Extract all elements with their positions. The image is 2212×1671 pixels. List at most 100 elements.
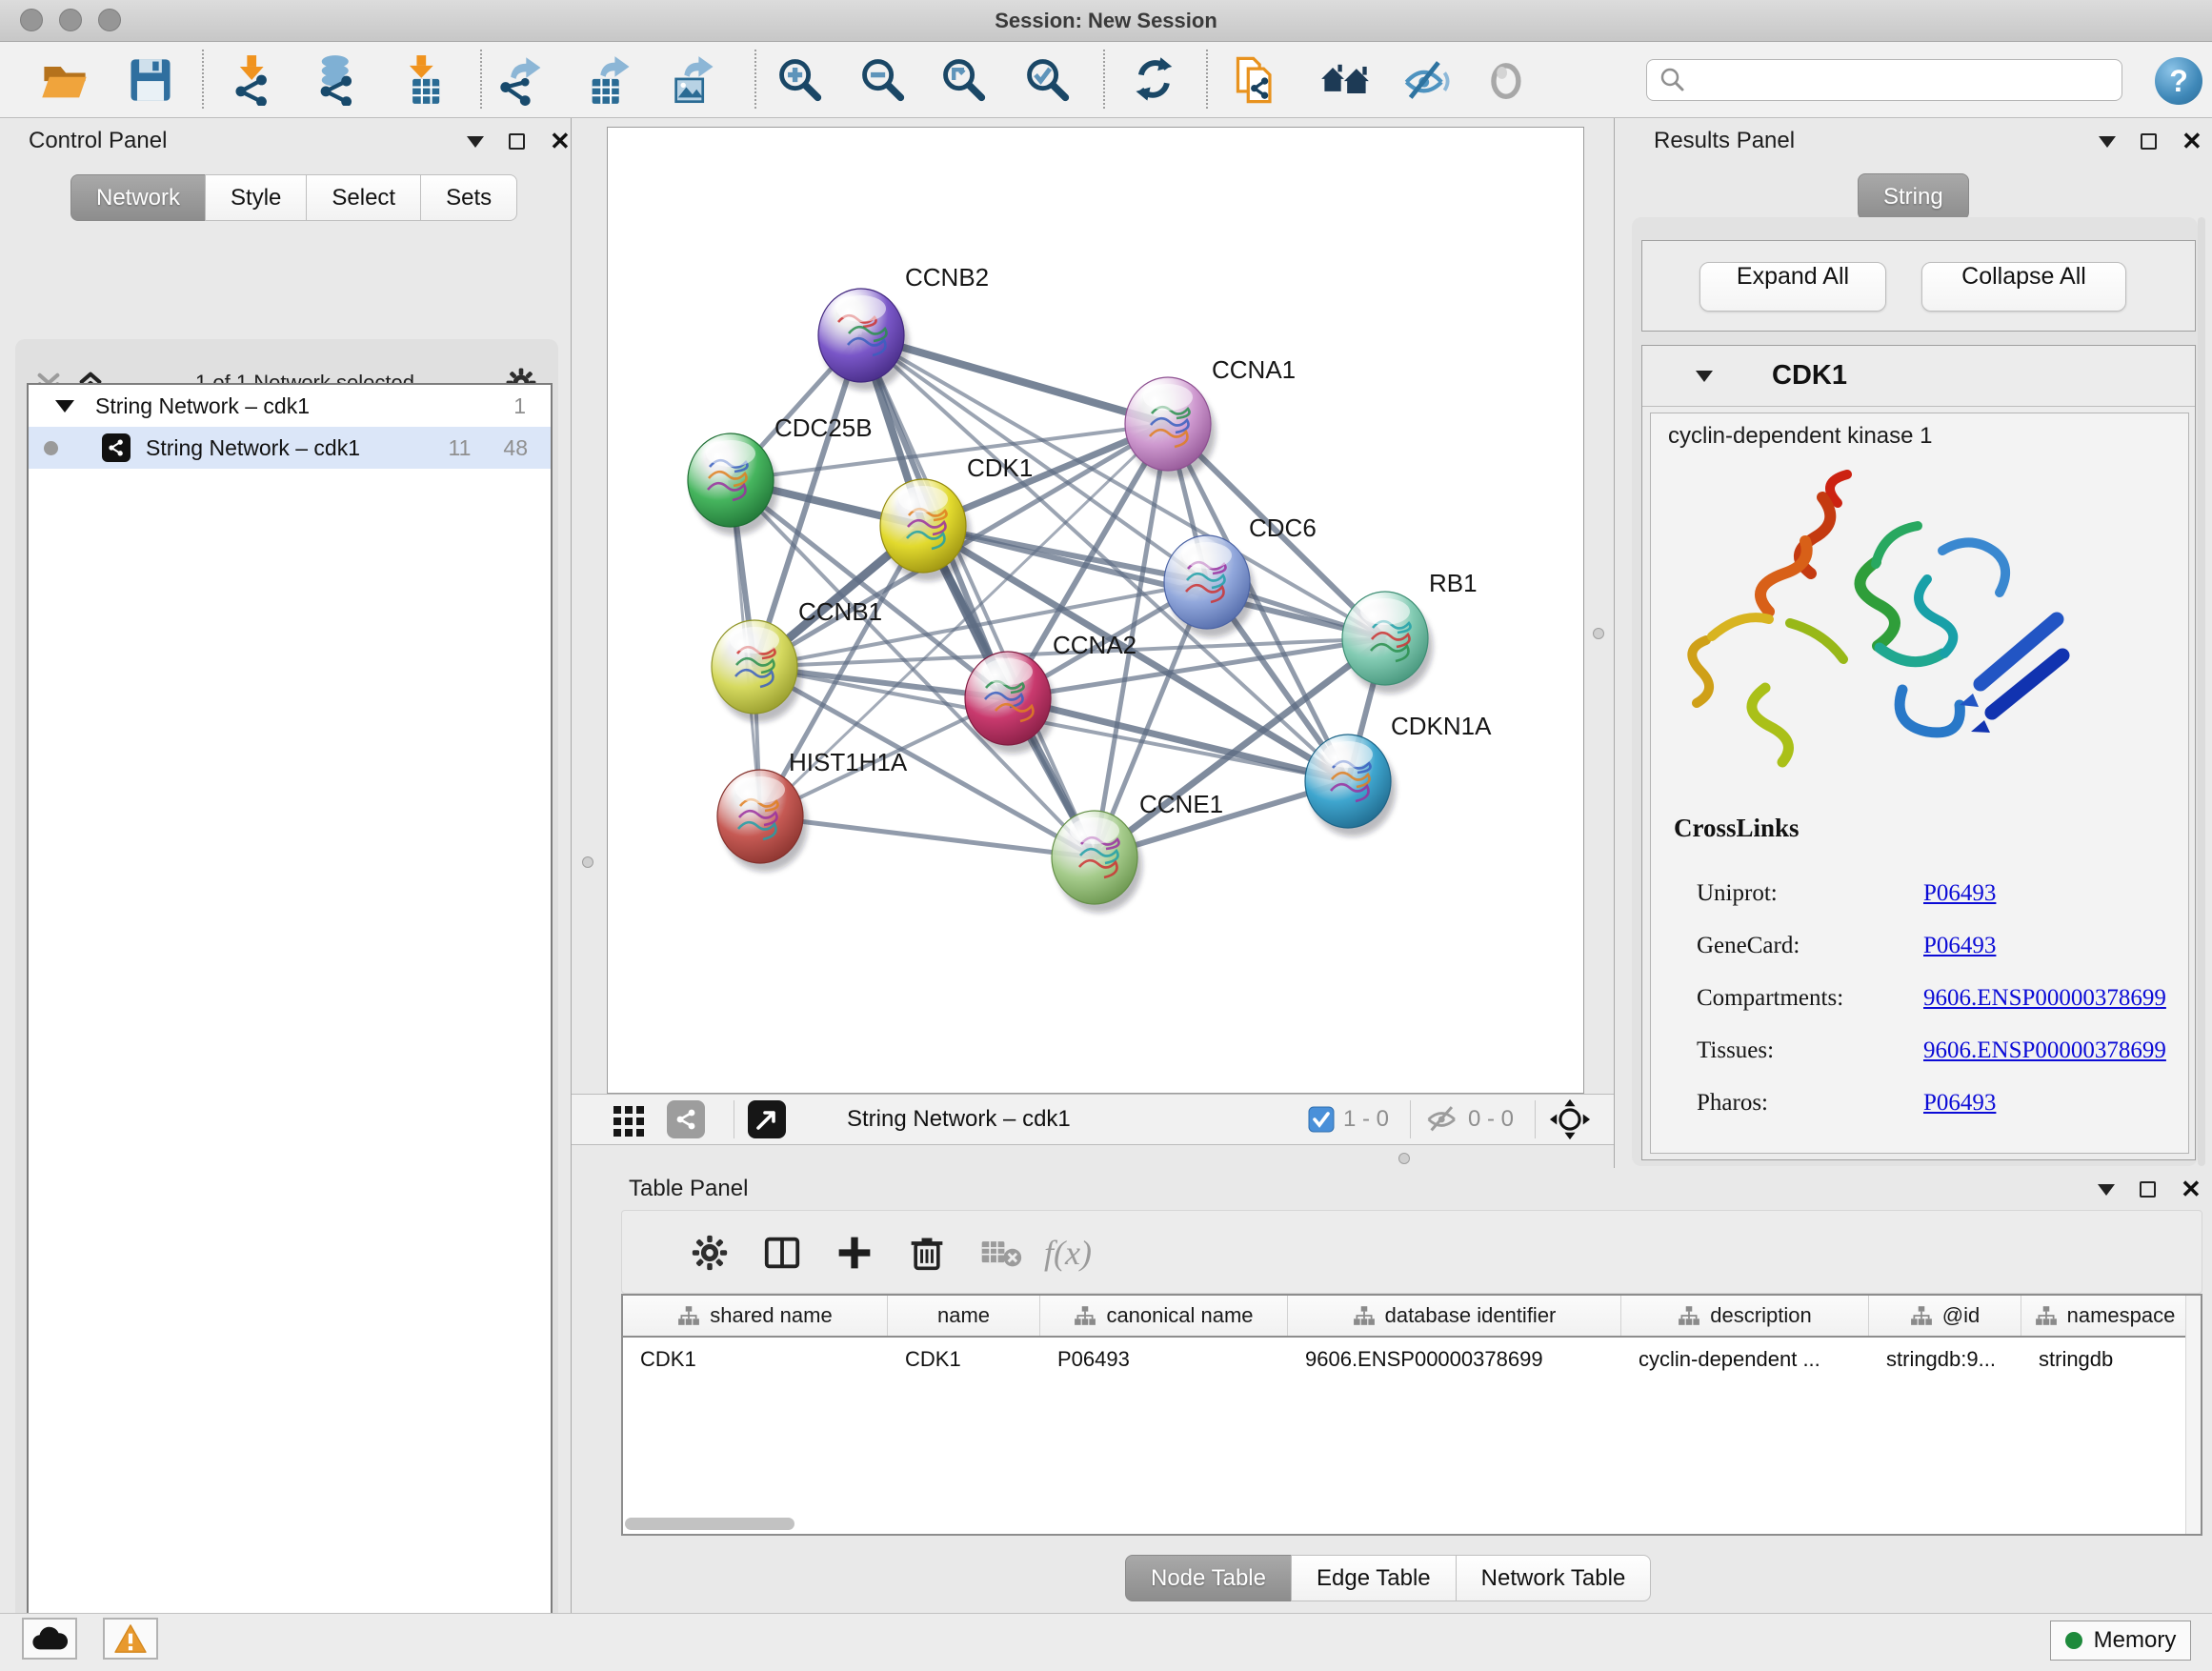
splitter-handle[interactable]: [582, 856, 593, 868]
network-edge[interactable]: [760, 816, 1095, 857]
memory-button[interactable]: Memory: [2050, 1621, 2191, 1661]
table-settings-gear-icon[interactable]: [685, 1228, 734, 1278]
network-canvas[interactable]: CCNB2CCNA1CDC25BCDK1CDC6RB1CCNB1CCNA2CDK…: [607, 127, 1584, 1094]
zoom-selected-icon[interactable]: [1019, 53, 1076, 107]
crosslink-link[interactable]: 9606.ENSP00000378699: [1923, 1037, 2166, 1064]
section-collapse-icon[interactable]: [1696, 371, 1713, 382]
node-table[interactable]: shared namenamecanonical namedatabase id…: [621, 1294, 2202, 1536]
table-cell[interactable]: cyclin-dependent ...: [1621, 1338, 1869, 1381]
tab-sets[interactable]: Sets: [420, 174, 517, 221]
help-icon[interactable]: ?: [2155, 57, 2202, 105]
birds-eye-view-icon[interactable]: [748, 1100, 786, 1138]
table-vertical-scrollbar[interactable]: [2185, 1296, 2201, 1534]
network-node-rb1[interactable]: RB1: [1342, 569, 1478, 694]
import-network-file-icon[interactable]: [227, 53, 284, 107]
show-details-eye-icon[interactable]: [1478, 53, 1536, 107]
tab-string[interactable]: String: [1858, 173, 1969, 220]
table-cell[interactable]: CDK1: [888, 1338, 1040, 1381]
table-cell[interactable]: stringdb: [2021, 1338, 2189, 1381]
save-session-icon[interactable]: [122, 53, 179, 107]
search-box[interactable]: [1646, 59, 2122, 101]
panel-menu-icon[interactable]: [2099, 136, 2116, 148]
zoom-in-icon[interactable]: [772, 53, 829, 107]
panel-close-icon[interactable]: ✕: [2182, 133, 2202, 150]
network-collection-row[interactable]: String Network – cdk1 1: [29, 385, 551, 427]
splitter-handle[interactable]: [1398, 1153, 1410, 1164]
panel-float-icon[interactable]: [2141, 133, 2157, 150]
results-scrollbar[interactable]: [2198, 217, 2205, 1166]
cloud-status-button[interactable]: [22, 1618, 77, 1660]
table-cell[interactable]: stringdb:9...: [1869, 1338, 2021, 1381]
network-node-cdkn1a[interactable]: CDKN1A: [1305, 712, 1492, 836]
column-header--id[interactable]: @id: [1869, 1296, 2021, 1336]
zoom-out-icon[interactable]: [855, 53, 912, 107]
panel-float-icon[interactable]: [509, 133, 525, 150]
network-edge[interactable]: [861, 335, 1095, 857]
panel-float-icon[interactable]: [2140, 1181, 2156, 1198]
table-cell[interactable]: 9606.ENSP00000378699: [1288, 1338, 1621, 1381]
import-network-database-icon[interactable]: [310, 53, 367, 107]
fit-content-crosshair-icon[interactable]: [1549, 1098, 1591, 1140]
table-cell[interactable]: CDK1: [623, 1338, 888, 1381]
column-header-namespace[interactable]: namespace: [2021, 1296, 2189, 1336]
export-network-icon[interactable]: [493, 53, 551, 107]
function-builder-icon[interactable]: f(x): [1043, 1228, 1093, 1278]
delete-table-icon[interactable]: [976, 1228, 1026, 1278]
crosslink-link[interactable]: P06493: [1923, 1090, 1996, 1117]
zoom-fit-icon[interactable]: [935, 53, 993, 107]
window-zoom-light[interactable]: [98, 9, 121, 31]
grid-view-icon[interactable]: [612, 1102, 646, 1137]
network-row-selected[interactable]: String Network – cdk1 11 48: [29, 427, 551, 469]
delete-column-trash-icon[interactable]: [902, 1228, 952, 1278]
tab-network[interactable]: Network: [70, 174, 206, 221]
column-header-shared-name[interactable]: shared name: [623, 1296, 888, 1336]
network-node-ccnb2[interactable]: CCNB2: [818, 263, 989, 391]
crosslink-link[interactable]: P06493: [1923, 933, 1996, 959]
panel-menu-icon[interactable]: [467, 136, 484, 148]
crosslink-link[interactable]: 9606.ENSP00000378699: [1923, 985, 2166, 1012]
table-cell[interactable]: P06493: [1040, 1338, 1288, 1381]
open-session-icon[interactable]: [36, 53, 93, 107]
search-input[interactable]: [1695, 62, 2122, 98]
tab-edge-table[interactable]: Edge Table: [1291, 1555, 1457, 1601]
panel-close-icon[interactable]: ✕: [2181, 1181, 2202, 1198]
network-share-view-icon[interactable]: [667, 1100, 705, 1138]
network-node-ccna1[interactable]: CCNA1: [1125, 355, 1296, 479]
hidden-eye-slash-icon[interactable]: [1424, 1104, 1460, 1135]
network-node-ccne1[interactable]: CCNE1: [1052, 790, 1223, 913]
splitter-handle[interactable]: [1593, 628, 1604, 639]
column-header-description[interactable]: description: [1621, 1296, 1869, 1336]
panel-menu-icon[interactable]: [2098, 1184, 2115, 1196]
export-image-icon[interactable]: [665, 53, 722, 107]
panel-close-icon[interactable]: ✕: [550, 133, 571, 150]
selected-checkbox-icon[interactable]: [1307, 1105, 1336, 1134]
import-table-file-icon[interactable]: [395, 53, 452, 107]
window-minimize-light[interactable]: [59, 9, 82, 31]
export-table-icon[interactable]: [581, 53, 638, 107]
window-close-light[interactable]: [20, 9, 43, 31]
warning-status-button[interactable]: [103, 1618, 158, 1660]
gene-section-header[interactable]: CDK1: [1642, 346, 2195, 407]
column-header-canonical-name[interactable]: canonical name: [1040, 1296, 1288, 1336]
home-networks-icon[interactable]: [1317, 53, 1374, 107]
tab-select[interactable]: Select: [306, 174, 421, 221]
tree-expand-icon[interactable]: [55, 400, 74, 413]
network-list: String Network – cdk1 1 String Network –…: [27, 383, 553, 1671]
tab-style[interactable]: Style: [205, 174, 307, 221]
tab-node-table[interactable]: Node Table: [1125, 1555, 1292, 1601]
table-row[interactable]: CDK1CDK1P064939606.ENSP00000378699cyclin…: [623, 1338, 2201, 1381]
expand-all-button[interactable]: Expand All: [1699, 262, 1886, 312]
column-header-name[interactable]: name: [888, 1296, 1040, 1336]
refresh-view-icon[interactable]: [1127, 53, 1184, 107]
column-header-database-identifier[interactable]: database identifier: [1288, 1296, 1621, 1336]
create-column-plus-icon[interactable]: [830, 1228, 879, 1278]
collapse-all-button[interactable]: Collapse All: [1921, 262, 2126, 312]
table-horizontal-scrollbar[interactable]: [625, 1518, 794, 1530]
hide-details-eye-slash-icon[interactable]: [1398, 53, 1456, 107]
network-node-ccnb1[interactable]: CCNB1: [712, 597, 882, 722]
show-columns-icon[interactable]: [757, 1228, 807, 1278]
open-session-url-icon[interactable]: [1229, 53, 1286, 107]
network-node-hist1h1a[interactable]: HIST1H1A: [717, 748, 908, 872]
crosslink-link[interactable]: P06493: [1923, 880, 1996, 907]
tab-network-table[interactable]: Network Table: [1456, 1555, 1652, 1601]
